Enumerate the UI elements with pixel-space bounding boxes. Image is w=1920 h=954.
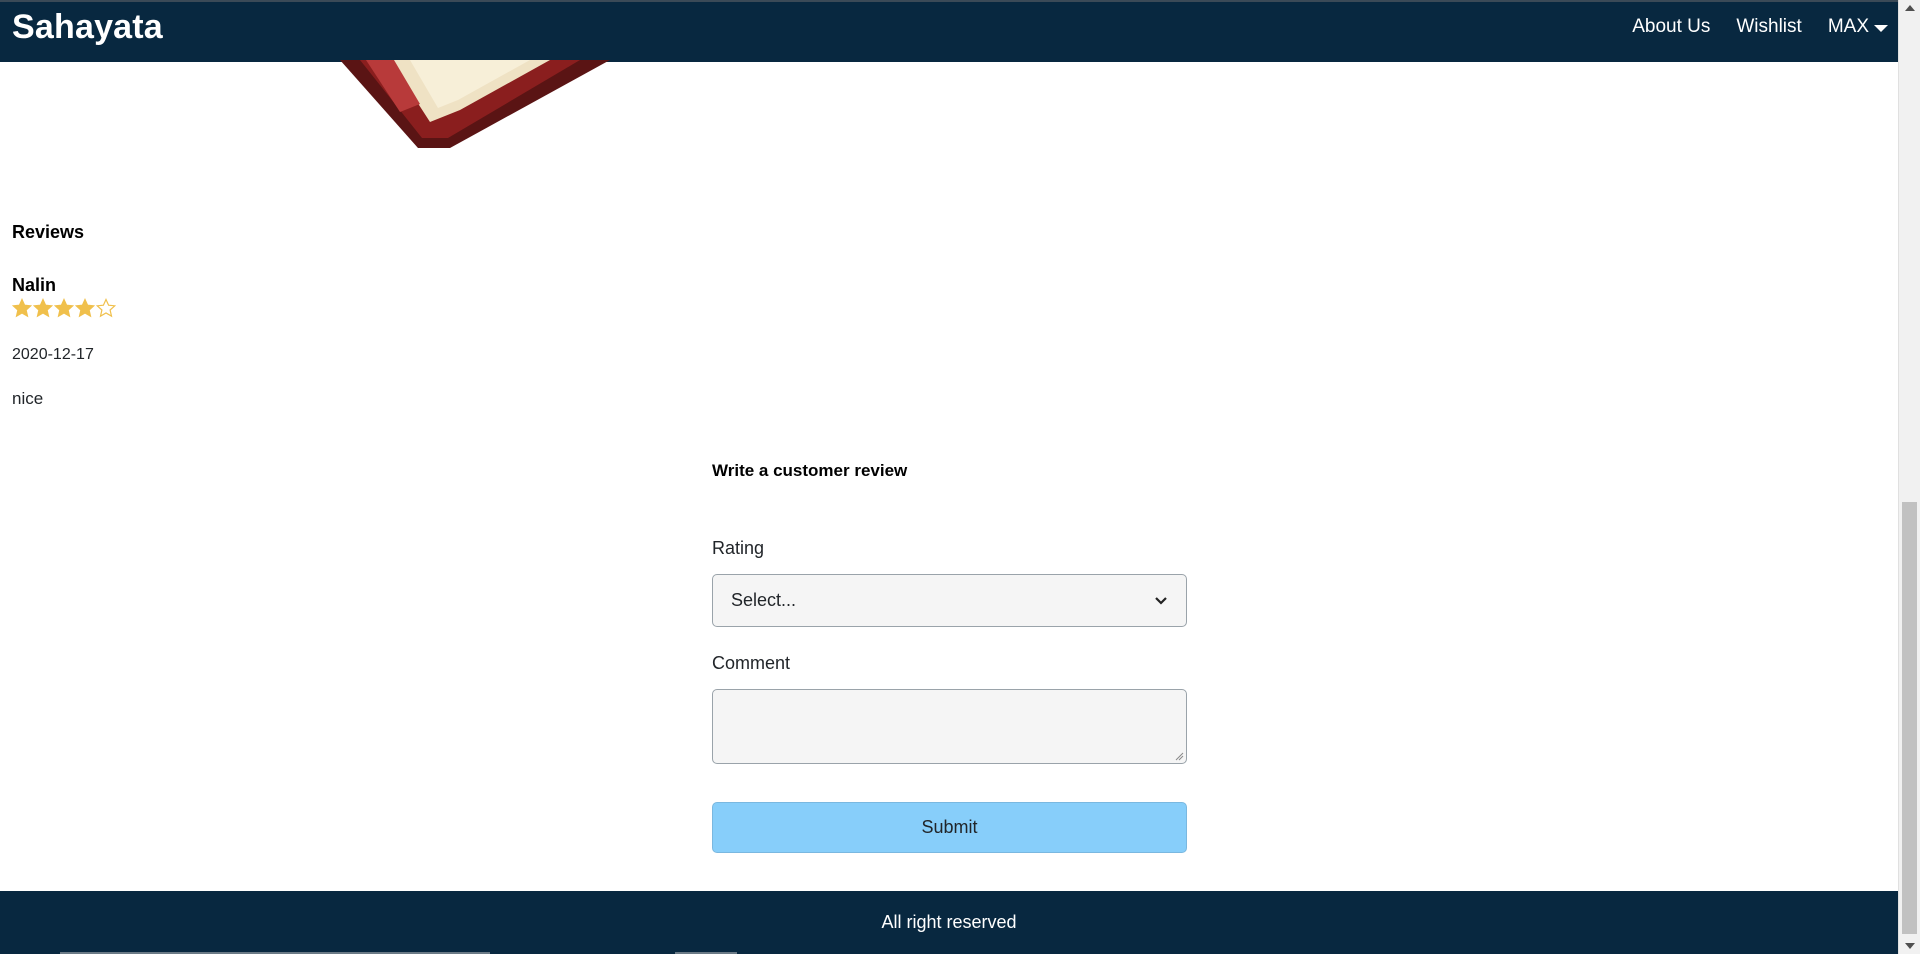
star-filled-icon (12, 298, 32, 318)
star-empty-icon (96, 298, 116, 318)
nav-link-about-us[interactable]: About Us (1632, 16, 1710, 38)
brand-logo[interactable]: Sahayata (12, 8, 163, 47)
review-author: Nalin (12, 275, 57, 295)
comment-textarea[interactable] (712, 689, 1187, 764)
star-filled-icon (75, 298, 95, 318)
nav-links: About Us Wishlist MAX (1632, 16, 1888, 38)
reviews-heading: Reviews (12, 222, 85, 242)
rating-select[interactable]: Select... (712, 574, 1187, 627)
rating-label: Rating (712, 538, 765, 558)
resize-grip-icon[interactable] (1174, 751, 1184, 761)
select-arrow-icon (1155, 596, 1167, 605)
nav-link-wishlist[interactable]: Wishlist (1736, 16, 1801, 38)
scroll-down-arrow-icon[interactable] (1905, 943, 1915, 949)
product-image (340, 60, 610, 148)
caret-down-icon (1874, 24, 1888, 32)
vertical-scrollbar[interactable] (1898, 0, 1920, 954)
review-date: 2020-12-17 (12, 346, 94, 363)
review-comment: nice (12, 389, 44, 408)
page: Sahayata About Us Wishlist MAX Reviews N… (0, 0, 1898, 954)
scrollbar-thumb[interactable] (1902, 502, 1917, 934)
review-form-heading: Write a customer review (712, 461, 908, 480)
user-menu-dropdown[interactable]: MAX (1828, 16, 1888, 38)
footer-text: All right reserved (881, 912, 1017, 932)
review-rating-stars (12, 298, 116, 318)
submit-button[interactable]: Submit (712, 802, 1187, 853)
footer: All right reserved (0, 891, 1898, 954)
user-name: MAX (1827, 16, 1869, 37)
navbar: Sahayata About Us Wishlist MAX (0, 0, 1898, 62)
comment-label: Comment (712, 653, 791, 673)
star-filled-icon (54, 298, 74, 318)
rating-select-value: Select... (731, 590, 797, 610)
scroll-up-arrow-icon[interactable] (1905, 5, 1915, 11)
star-filled-icon (33, 298, 53, 318)
